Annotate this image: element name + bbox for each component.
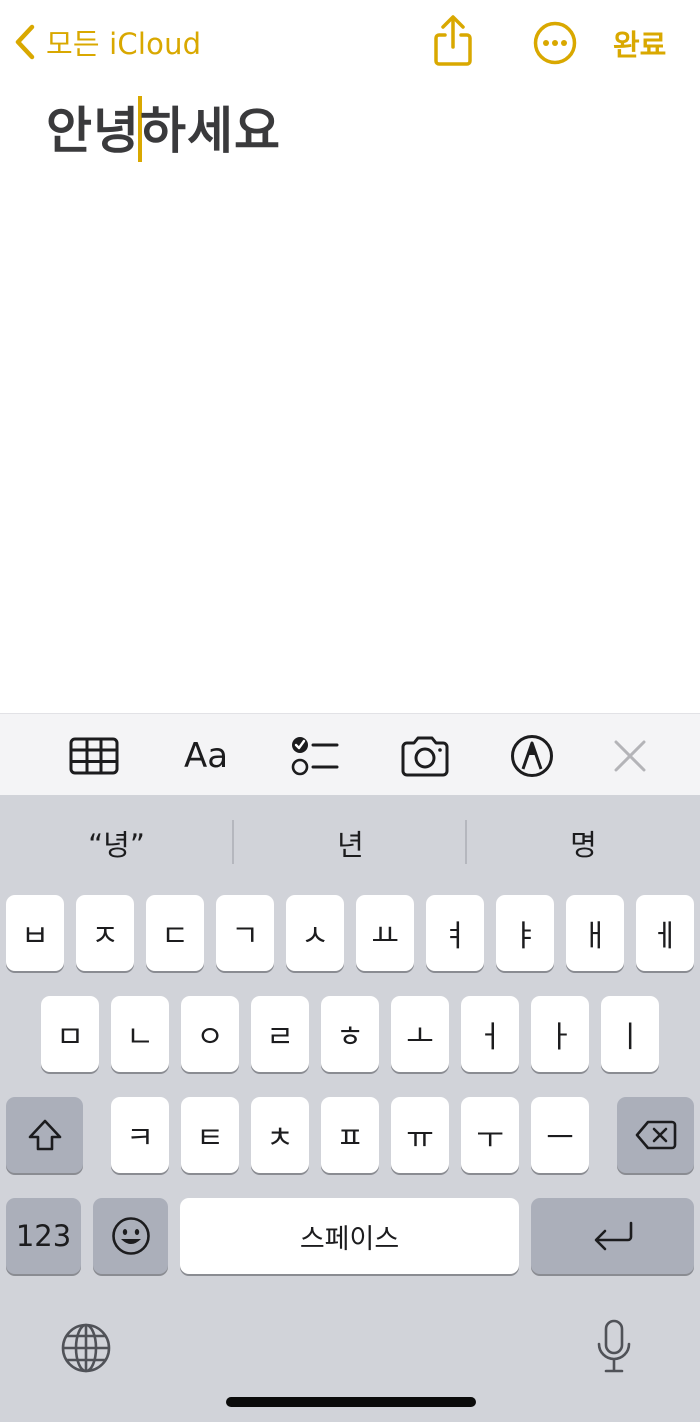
key[interactable]: ㄹ xyxy=(251,996,309,1072)
key[interactable]: ㅎ xyxy=(321,996,379,1072)
note-text[interactable]: 안녕하세요 xyxy=(46,96,281,163)
dictation-button[interactable] xyxy=(594,1318,634,1376)
key[interactable]: ㄱ xyxy=(216,895,274,971)
numbers-key[interactable]: 123 xyxy=(6,1198,81,1274)
more-button[interactable] xyxy=(532,20,578,66)
key[interactable]: ㅋ xyxy=(111,1097,169,1173)
key[interactable]: ㅂ xyxy=(6,895,64,971)
key[interactable]: ㅅ xyxy=(286,895,344,971)
back-button-label: 모든 iCloud xyxy=(46,27,202,61)
share-button[interactable] xyxy=(430,14,476,66)
shift-icon xyxy=(28,1119,61,1151)
globe-icon xyxy=(61,1323,111,1373)
format-icon: Aa xyxy=(183,736,229,776)
key[interactable]: ㅡ xyxy=(531,1097,589,1173)
markup-button[interactable] xyxy=(510,734,554,778)
key[interactable]: ㅠ xyxy=(391,1097,449,1173)
key[interactable]: ㅑ xyxy=(496,895,554,971)
back-button[interactable]: 모든 iCloud xyxy=(14,20,201,64)
done-button[interactable]: 완료 xyxy=(613,22,666,64)
shift-key[interactable] xyxy=(6,1097,83,1173)
table-icon xyxy=(69,737,119,775)
key[interactable]: ㅊ xyxy=(251,1097,309,1173)
key[interactable]: ㅍ xyxy=(321,1097,379,1173)
chevron-left-icon xyxy=(15,24,35,60)
camera-button[interactable] xyxy=(398,734,452,778)
key[interactable]: ㅓ xyxy=(461,996,519,1072)
checklist-button[interactable] xyxy=(290,734,340,778)
key[interactable]: ㅁ xyxy=(41,996,99,1072)
prediction-3[interactable]: 명 xyxy=(467,795,700,890)
globe-button[interactable] xyxy=(60,1322,112,1374)
return-key[interactable] xyxy=(531,1198,694,1274)
camera-icon xyxy=(401,736,449,777)
close-icon xyxy=(614,740,646,772)
key[interactable]: ㅌ xyxy=(181,1097,239,1173)
space-key[interactable]: 스페이스 xyxy=(180,1198,519,1274)
key[interactable]: ㅏ xyxy=(531,996,589,1072)
key[interactable]: ㄷ xyxy=(146,895,204,971)
return-icon xyxy=(594,1221,632,1251)
key[interactable]: ㅇ xyxy=(181,996,239,1072)
home-indicator[interactable] xyxy=(226,1397,476,1407)
key[interactable]: ㅐ xyxy=(566,895,624,971)
key[interactable]: ㅛ xyxy=(356,895,414,971)
prediction-1[interactable]: “녕” xyxy=(0,795,233,890)
note-text-after-cursor: 하세요 xyxy=(140,102,281,160)
table-button[interactable] xyxy=(68,734,120,778)
key[interactable]: ㅣ xyxy=(601,996,659,1072)
format-button[interactable]: Aa xyxy=(178,734,234,778)
prediction-2[interactable]: 년 xyxy=(234,795,467,890)
note-text-before-cursor: 안녕 xyxy=(46,102,140,160)
navigation-bar: 모든 iCloud 완료 xyxy=(0,0,700,90)
key[interactable]: ㅈ xyxy=(76,895,134,971)
key[interactable]: ㅗ xyxy=(391,996,449,1072)
emoji-icon xyxy=(111,1217,150,1255)
markup-icon xyxy=(511,735,553,777)
close-toolbar-button[interactable] xyxy=(610,734,650,778)
key[interactable]: ㅜ xyxy=(461,1097,519,1173)
checklist-icon xyxy=(291,737,339,776)
formatting-toolbar: Aa xyxy=(0,713,700,796)
emoji-key[interactable] xyxy=(93,1198,168,1274)
key[interactable]: ㅕ xyxy=(426,895,484,971)
key[interactable]: ㄴ xyxy=(111,996,169,1072)
delete-icon xyxy=(635,1120,676,1150)
delete-key[interactable] xyxy=(617,1097,694,1173)
key[interactable]: ㅔ xyxy=(636,895,694,971)
microphone-icon xyxy=(597,1319,631,1373)
more-icon xyxy=(533,21,577,65)
share-icon xyxy=(434,15,472,66)
